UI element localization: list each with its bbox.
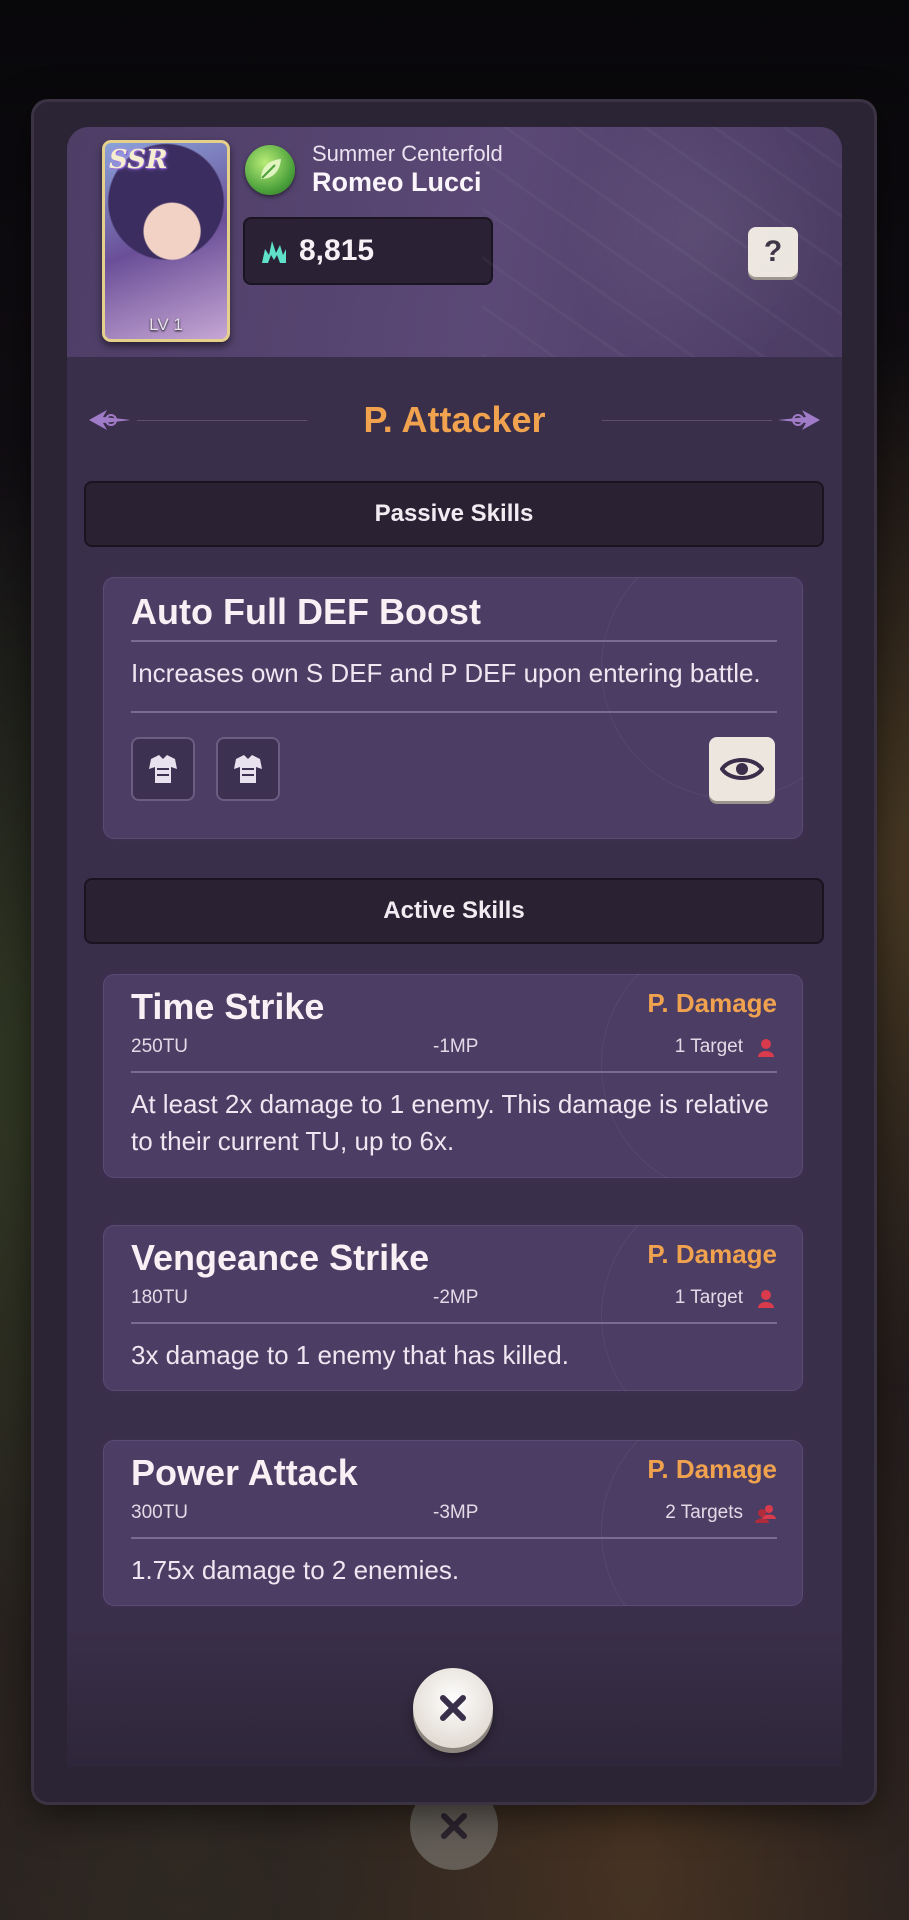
single-target-icon <box>758 1290 774 1308</box>
active-skills-header: Active Skills <box>84 878 824 944</box>
passive-skill-card: Auto Full DEF Boost Increases own S DEF … <box>100 574 806 842</box>
skills-panel: SSR LV 1 Summer Centerfold Romeo Lucci 8… <box>67 127 842 1627</box>
skill-targets: 2 Targets <box>665 1502 743 1523</box>
skill-targets: 1 Target <box>674 1036 743 1057</box>
skill-name: Vengeance Strike <box>131 1237 430 1278</box>
divider-line <box>602 420 772 421</box>
armor-tag-button[interactable] <box>131 737 195 801</box>
close-icon <box>441 1813 467 1839</box>
armor-tag-button[interactable] <box>216 737 280 801</box>
skill-tu-cost: 300TU <box>131 1502 189 1523</box>
skill-targets: 1 Target <box>674 1287 743 1308</box>
skill-divider <box>131 640 777 642</box>
skill-name: Time Strike <box>131 986 325 1027</box>
power-display: 8,815 <box>243 217 493 285</box>
skill-description: 1.75x damage to 2 enemies. <box>131 1555 460 1585</box>
close-button[interactable] <box>413 1668 493 1748</box>
skill-mp-cost: -1MP <box>433 1036 479 1057</box>
damage-type: P. Damage <box>647 988 777 1018</box>
character-level: LV 1 <box>149 315 183 334</box>
close-icon <box>440 1695 466 1721</box>
power-value: 8,815 <box>299 234 375 267</box>
skill-tu-cost: 180TU <box>131 1287 189 1308</box>
damage-type: P. Damage <box>647 1239 777 1269</box>
eye-icon <box>720 758 764 780</box>
skill-tu-cost: 250TU <box>131 1036 189 1057</box>
single-target-icon <box>758 1039 774 1057</box>
character-portrait[interactable]: SSR LV 1 <box>102 140 230 342</box>
skill-divider <box>131 1071 777 1073</box>
help-button[interactable]: ? <box>748 227 798 277</box>
armor-icon <box>149 755 177 783</box>
skill-name: Power Attack <box>131 1452 358 1493</box>
character-name: Romeo Lucci <box>312 167 482 197</box>
active-skill-card: Time Strike P. Damage 250TU -1MP 1 Targe… <box>100 971 806 1181</box>
character-subtitle: Summer Centerfold <box>312 141 503 166</box>
skill-mp-cost: -2MP <box>433 1287 479 1308</box>
damage-type: P. Damage <box>647 1454 777 1484</box>
passive-skills-header: Passive Skills <box>84 481 824 547</box>
skill-divider <box>131 1322 777 1324</box>
skill-name: Auto Full DEF Boost <box>131 591 481 632</box>
leaf-icon <box>261 159 281 179</box>
rarity-badge: SSR <box>109 145 168 175</box>
character-header: SSR LV 1 Summer Centerfold Romeo Lucci 8… <box>67 127 842 357</box>
element-orb <box>245 145 295 195</box>
active-skill-card: Vengeance Strike P. Damage 180TU -2MP 1 … <box>100 1222 806 1394</box>
multi-target-icon <box>755 1505 776 1523</box>
skill-divider <box>131 1537 777 1539</box>
skill-description: At least 2x damage to 1 enemy. This dama… <box>131 1089 769 1156</box>
skill-mp-cost: -3MP <box>433 1502 479 1523</box>
right-ornament-icon <box>778 410 820 430</box>
armor-icon <box>234 755 262 783</box>
skill-divider <box>131 711 777 713</box>
active-skill-card: Power Attack P. Damage 300TU -3MP 2 Targ… <box>100 1437 806 1609</box>
role-header: P. Attacker <box>67 395 842 445</box>
skill-description: Increases own S DEF and P DEF upon enter… <box>131 658 761 688</box>
power-flame-icon <box>262 241 286 263</box>
view-skill-button[interactable] <box>709 737 775 801</box>
skill-description: 3x damage to 1 enemy that has killed. <box>131 1340 569 1370</box>
